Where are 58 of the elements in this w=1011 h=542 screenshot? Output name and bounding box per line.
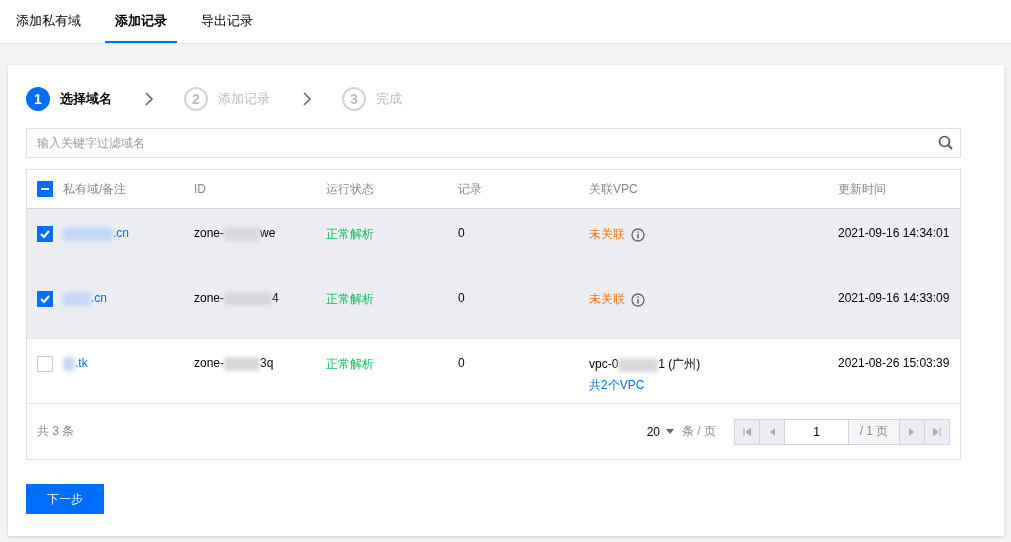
status-text: 正常解析 bbox=[326, 291, 375, 308]
status-text: 正常解析 bbox=[326, 356, 375, 373]
step-label: 选择域名 bbox=[60, 90, 112, 108]
search-field[interactable]: 输入关键字过滤域名 bbox=[26, 128, 961, 158]
table-cell-text: 0 bbox=[458, 291, 466, 305]
status-text: 正常解析 bbox=[326, 226, 375, 243]
table-cell-text: zone- 4 bbox=[194, 291, 280, 306]
redacted-block bbox=[63, 356, 75, 371]
column-header: 记录 bbox=[458, 180, 483, 198]
step-number: 1 bbox=[26, 87, 50, 111]
table-cell-text: zone- we bbox=[194, 226, 277, 241]
table-cell-text: 0 bbox=[458, 226, 466, 240]
step-number: 2 bbox=[184, 87, 208, 111]
search-icon[interactable] bbox=[938, 135, 953, 150]
next-step-button[interactable]: 下一步 bbox=[26, 484, 104, 514]
vpc-status: 未关联 bbox=[589, 226, 625, 243]
checkmark-icon bbox=[40, 294, 50, 304]
domain-link[interactable]: .cn bbox=[63, 291, 194, 306]
table-cell-text: zone- 3q bbox=[194, 356, 275, 371]
caret-down-icon bbox=[666, 429, 674, 434]
domain-link[interactable]: .cn bbox=[63, 226, 194, 241]
checkmark-icon bbox=[40, 229, 50, 239]
chevron-right-icon bbox=[144, 92, 154, 106]
page-total: / 1 页 bbox=[849, 419, 900, 444]
step-number: 3 bbox=[342, 87, 366, 111]
column-header: 关联VPC bbox=[589, 180, 639, 198]
checkbox[interactable] bbox=[37, 181, 53, 197]
redacted-block bbox=[63, 226, 113, 241]
redacted-block bbox=[63, 291, 91, 306]
column-header: 运行状态 bbox=[326, 180, 375, 198]
checkbox[interactable] bbox=[37, 356, 53, 372]
table-cell-text: 2021-08-26 15:03:39 bbox=[838, 356, 951, 370]
total-count: 共 3 条 bbox=[37, 423, 75, 440]
domain-link[interactable]: .tk bbox=[63, 356, 194, 371]
step-label: 完成 bbox=[376, 90, 402, 108]
chevron-right-icon bbox=[302, 92, 312, 106]
pagination[interactable]: 1 / 1 页 bbox=[734, 418, 950, 445]
info-icon[interactable] bbox=[631, 227, 645, 242]
vpc-status: 未关联 bbox=[589, 291, 625, 308]
table-cell-text: vpc-0 1 (广州) bbox=[589, 356, 702, 373]
page-size-select[interactable]: 20 bbox=[646, 424, 674, 439]
table-cell-text: 2021-09-16 14:34:01 bbox=[838, 226, 951, 240]
redacted-block bbox=[618, 357, 659, 372]
vpc-count-link[interactable]: 共2个VPC bbox=[589, 377, 838, 394]
tab[interactable]: 添加记录 bbox=[105, 0, 177, 43]
step-label: 添加记录 bbox=[218, 90, 270, 108]
page-size-unit: 条 / 页 bbox=[682, 423, 716, 440]
tab[interactable]: 添加私有域 bbox=[6, 0, 91, 43]
column-header: 更新时间 bbox=[838, 180, 887, 198]
checkbox[interactable] bbox=[37, 226, 53, 242]
table-cell-text: 2021-09-16 14:33:09 bbox=[838, 291, 951, 305]
table-cell-text: 0 bbox=[458, 356, 466, 370]
checkbox[interactable] bbox=[37, 291, 53, 307]
tab[interactable]: 导出记录 bbox=[191, 0, 263, 43]
column-header: 私有域/备注 bbox=[63, 180, 128, 198]
info-icon[interactable] bbox=[631, 292, 645, 307]
column-header: ID bbox=[194, 182, 207, 196]
redacted-block bbox=[224, 356, 261, 371]
